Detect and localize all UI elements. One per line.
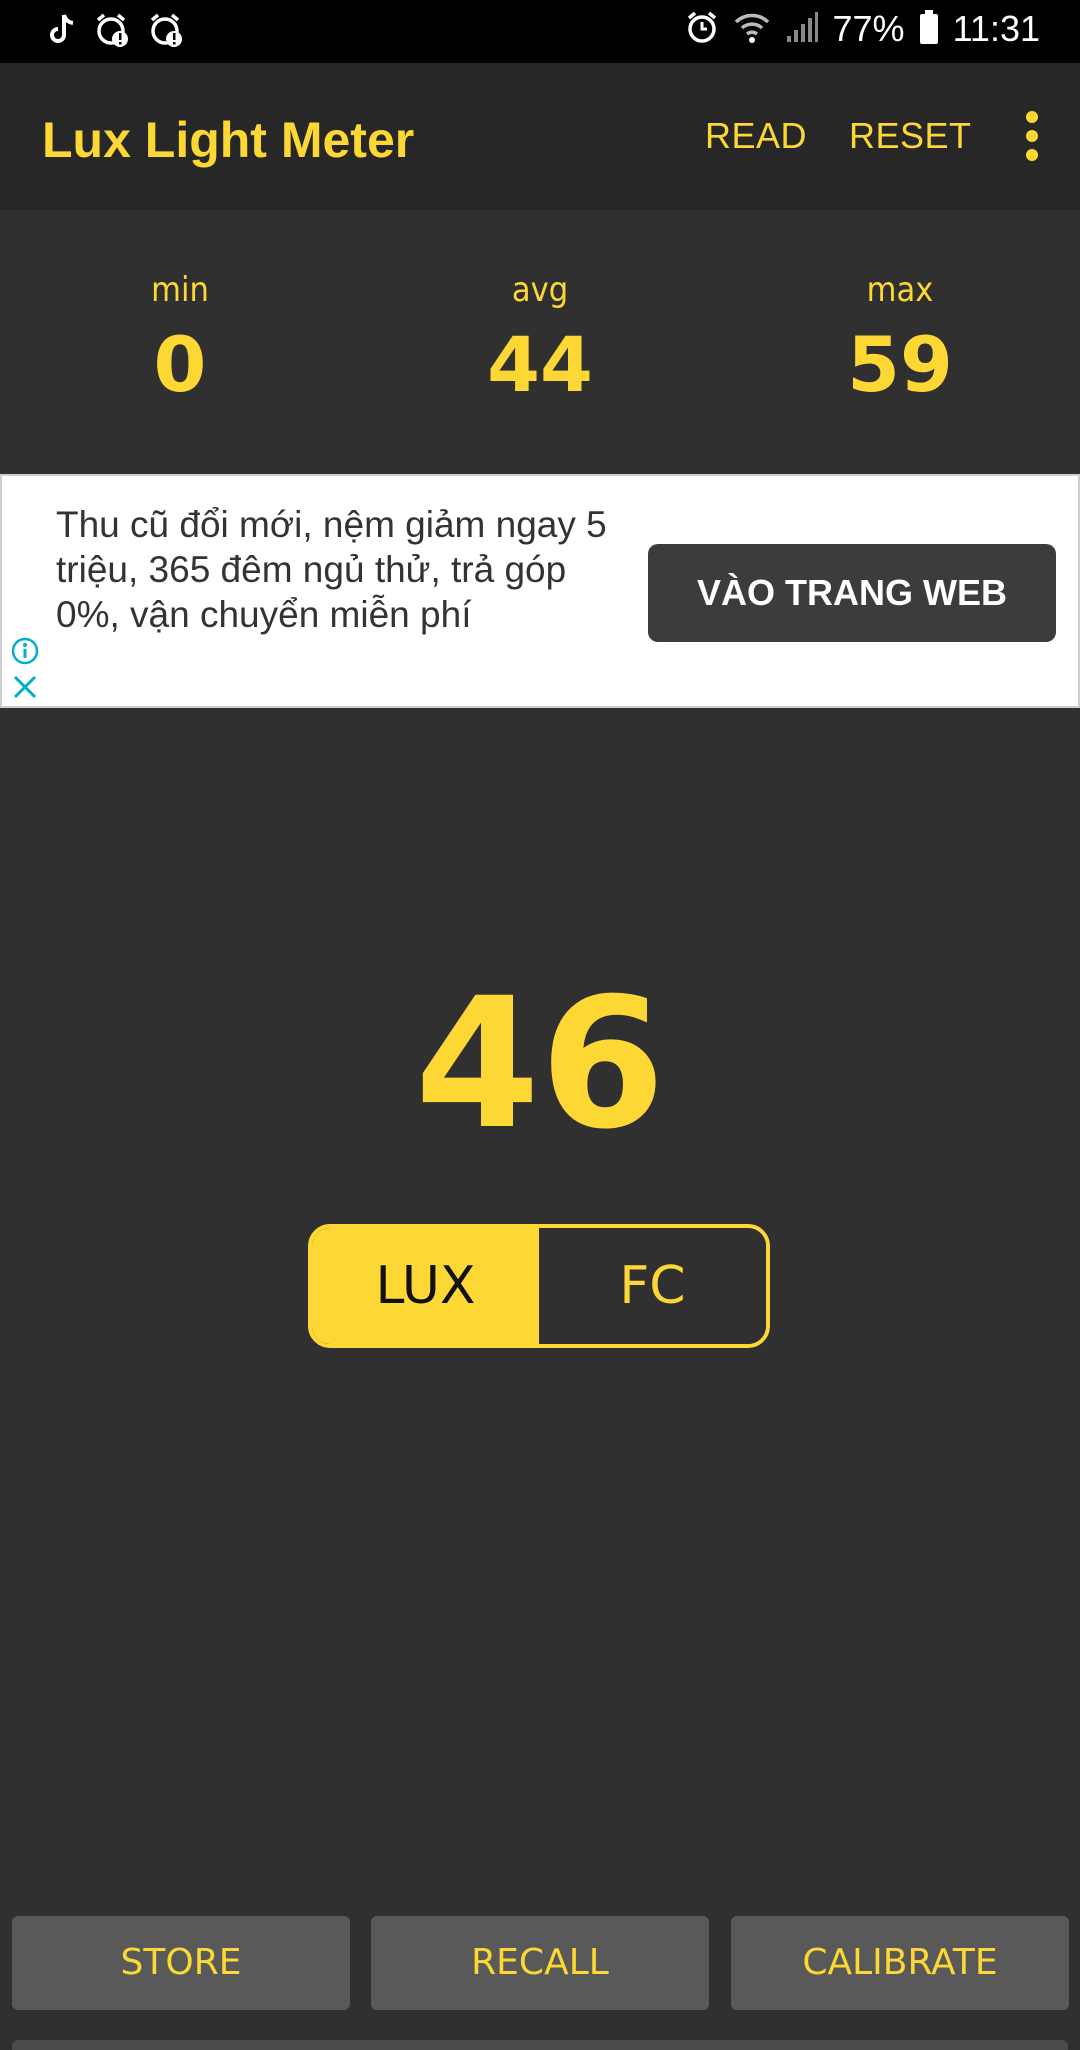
stat-max-value: 59 [847, 320, 953, 409]
read-button[interactable]: READ [705, 115, 807, 157]
reset-button[interactable]: RESET [849, 115, 972, 157]
stat-min: min 0 [80, 270, 280, 409]
status-bar: 77% 11:31 [0, 0, 1080, 63]
signal-icon [785, 10, 819, 49]
stat-avg-label: avg [511, 270, 569, 310]
app-title: Lux Light Meter [42, 112, 415, 168]
stat-avg-value: 44 [487, 320, 593, 409]
bottom-strip [12, 2040, 1068, 2050]
unit-lux-option[interactable]: LUX [312, 1228, 539, 1344]
stat-max-label: max [866, 270, 934, 310]
app-bar: Lux Light Meter READ RESET [0, 63, 1080, 210]
alarm-alert-icon [94, 12, 130, 53]
tiktok-icon [48, 13, 76, 52]
calibrate-button[interactable]: CALIBRATE [731, 1916, 1069, 2010]
alarm-icon [685, 10, 719, 49]
ad-visit-button[interactable]: VÀO TRANG WEB [648, 544, 1056, 642]
alarm-alert-icon [148, 12, 184, 53]
info-icon[interactable] [10, 636, 40, 671]
clock: 11:31 [952, 8, 1040, 49]
ad-text[interactable]: Thu cũ đổi mới, nệm giảm ngay 5 triệu, 3… [56, 502, 616, 637]
recall-button[interactable]: RECALL [371, 1916, 709, 2010]
more-vert-icon[interactable] [1024, 111, 1040, 161]
unit-fc-option[interactable]: FC [539, 1228, 766, 1344]
battery-icon [919, 9, 939, 49]
close-icon[interactable] [10, 672, 40, 707]
unit-toggle: LUX FC [308, 1224, 770, 1348]
stat-avg: avg 44 [440, 270, 640, 409]
stat-min-value: 0 [153, 320, 207, 409]
stat-min-label: min [151, 270, 209, 310]
ad-banner[interactable]: Thu cũ đổi mới, nệm giảm ngay 5 triệu, 3… [0, 474, 1080, 708]
store-button[interactable]: STORE [12, 1916, 350, 2010]
lux-reading: 46 [414, 960, 666, 1169]
battery-percent: 77% [832, 8, 905, 49]
stats-panel: min 0 avg 44 max 59 [0, 210, 1080, 474]
wifi-icon [733, 10, 771, 49]
stat-max: max 59 [800, 270, 1000, 409]
